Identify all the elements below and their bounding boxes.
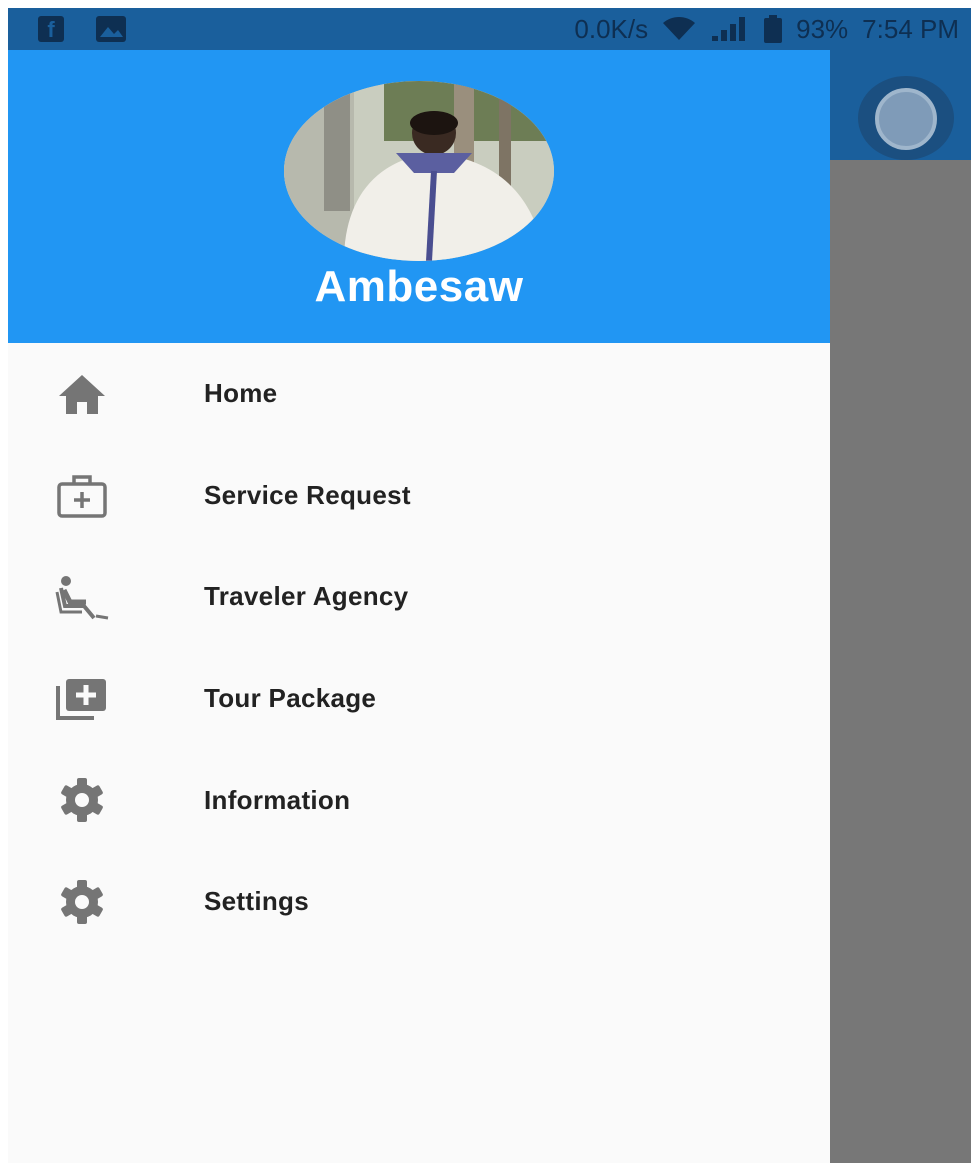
status-bar: f 0.0K/s 93% 7:54 PM bbox=[8, 8, 971, 50]
drawer-header: Ambesaw bbox=[8, 50, 830, 343]
drawer-item-service-request[interactable]: Service Request bbox=[8, 445, 830, 547]
floating-action-button bbox=[858, 76, 954, 160]
clock: 7:54 PM bbox=[862, 14, 959, 44]
drawer-item-label: Tour Package bbox=[204, 683, 377, 714]
wifi-icon bbox=[663, 17, 696, 40]
gallery-icon bbox=[96, 16, 126, 42]
battery-icon bbox=[764, 15, 783, 43]
drawer-item-settings[interactable]: Settings bbox=[8, 851, 830, 953]
drawer-menu: Home Service Request Traveler Agency Tou… bbox=[8, 343, 830, 953]
screen: Ambesaw Home Service Request Traveler Ag… bbox=[8, 8, 971, 1163]
drawer-item-information[interactable]: Information bbox=[8, 749, 830, 851]
network-speed: 0.0K/s bbox=[574, 14, 649, 44]
seat-recline-icon bbox=[52, 567, 112, 627]
library-add-icon bbox=[52, 669, 112, 729]
gear-icon bbox=[52, 770, 112, 830]
drawer-item-label: Settings bbox=[204, 886, 309, 917]
user-name: Ambesaw bbox=[314, 262, 524, 311]
navigation-drawer: Ambesaw Home Service Request Traveler Ag… bbox=[8, 8, 830, 1163]
drawer-item-label: Service Request bbox=[204, 479, 411, 510]
battery-level: 93% bbox=[796, 14, 849, 44]
drawer-item-tour-package[interactable]: Tour Package bbox=[8, 648, 830, 750]
home-icon bbox=[52, 364, 112, 424]
facebook-icon: f bbox=[38, 16, 64, 42]
gear-icon bbox=[52, 872, 112, 932]
drawer-item-traveler-agency[interactable]: Traveler Agency bbox=[8, 546, 830, 648]
avatar[interactable] bbox=[284, 81, 554, 261]
drawer-item-home[interactable]: Home bbox=[8, 343, 830, 445]
signal-icon bbox=[712, 17, 746, 41]
drawer-item-label: Traveler Agency bbox=[204, 581, 409, 612]
medical-bag-icon bbox=[52, 465, 112, 525]
drawer-item-label: Home bbox=[204, 378, 278, 409]
drawer-item-label: Information bbox=[204, 784, 351, 815]
